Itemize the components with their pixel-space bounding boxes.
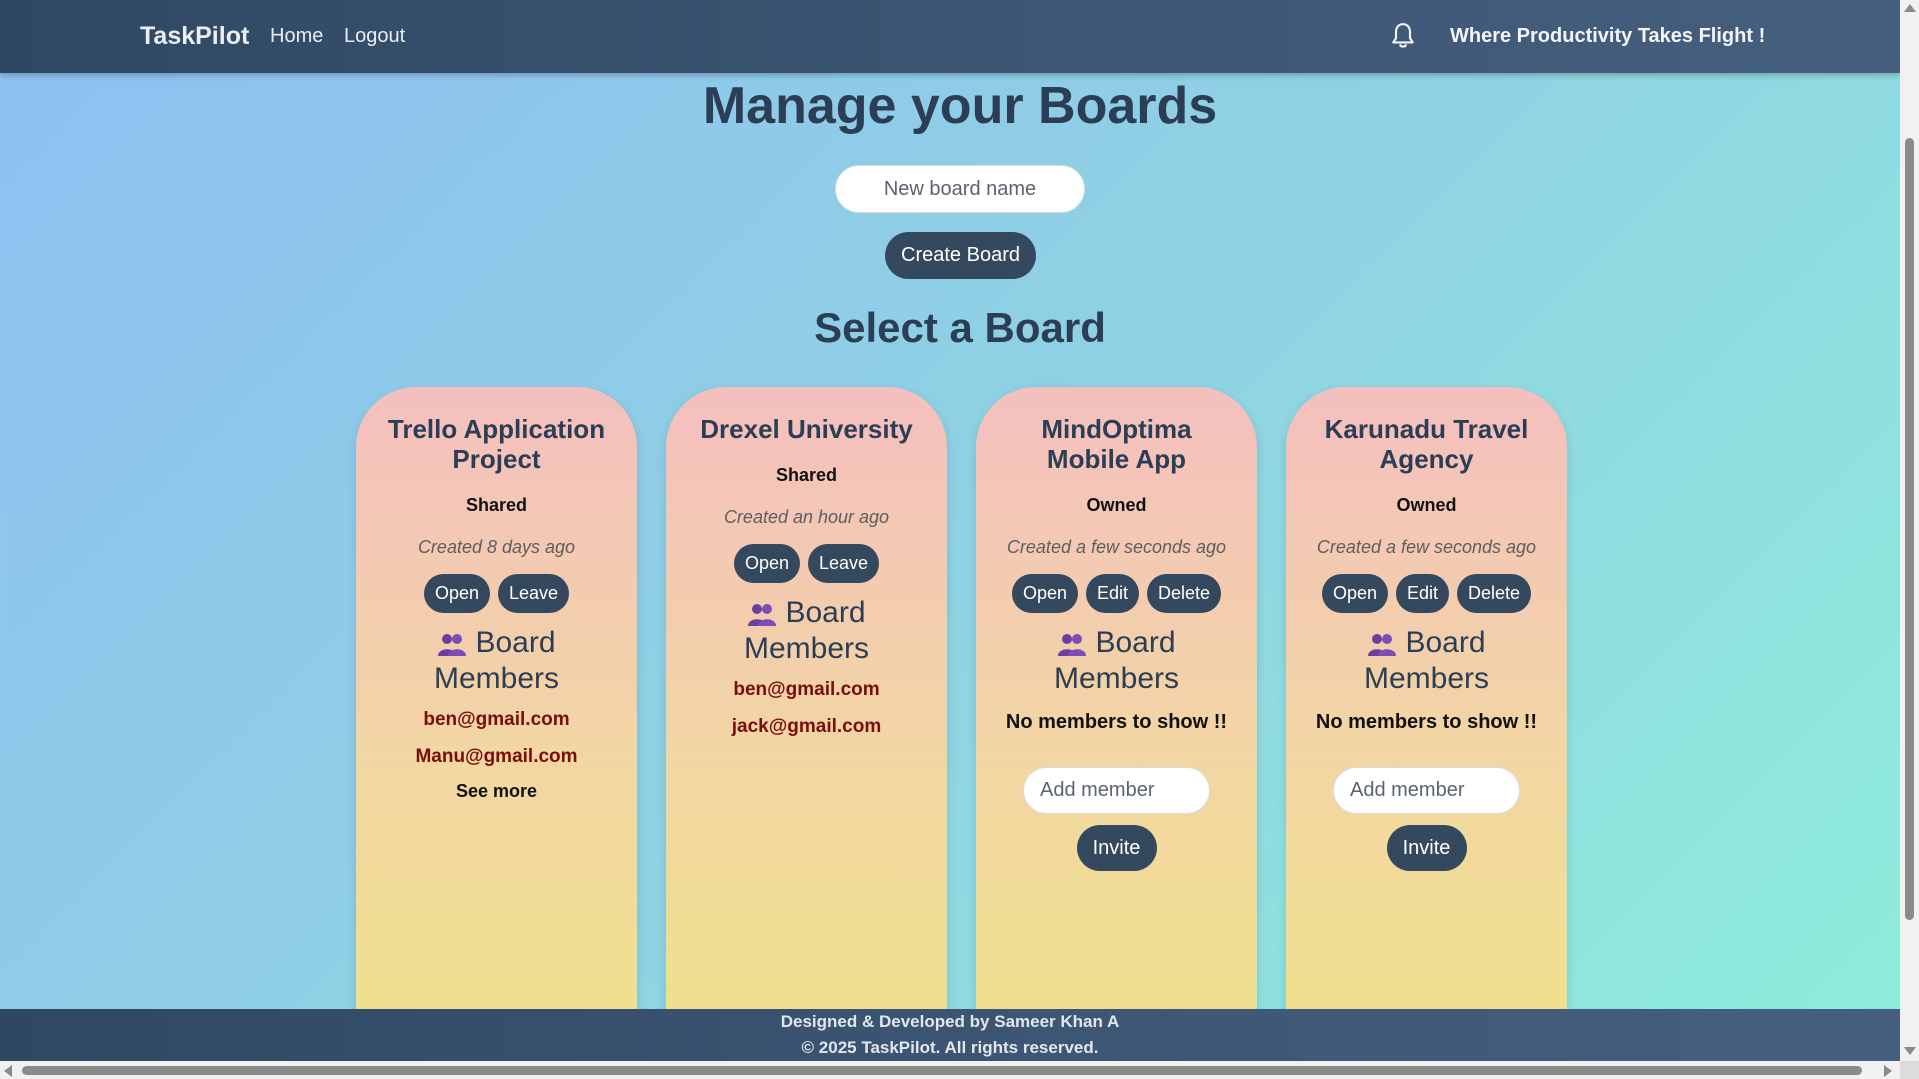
nav-logout-link[interactable]: Logout: [344, 25, 405, 48]
member-email[interactable]: Manu@gmail.com: [380, 742, 613, 771]
member-email[interactable]: jack@gmail.com: [690, 712, 923, 741]
leave-board-button[interactable]: Leave: [498, 574, 570, 613]
board-card: Karunadu Travel Agency Owned Created a f…: [1286, 387, 1567, 1027]
board-status: Shared: [775, 465, 838, 485]
see-more-link[interactable]: See more: [380, 781, 613, 802]
scroll-down-arrow-icon[interactable]: [1904, 1047, 1916, 1055]
scrollbar-corner: [1900, 1061, 1919, 1079]
vertical-scroll-thumb[interactable]: [1905, 138, 1914, 920]
member-email[interactable]: ben@gmail.com: [380, 705, 613, 734]
open-board-button[interactable]: Open: [733, 544, 800, 583]
board-actions: Open Edit Delete: [1000, 574, 1233, 613]
board-actions: Open Leave: [690, 544, 923, 583]
edit-board-button[interactable]: Edit: [1085, 574, 1140, 613]
create-board-button[interactable]: Create Board: [885, 232, 1036, 279]
horizontal-scrollbar[interactable]: [0, 1061, 1900, 1079]
board-status: Owned: [1396, 495, 1457, 515]
no-members-message: No members to show !!: [1005, 711, 1228, 733]
board-created-time: Created 8 days ago: [417, 537, 576, 557]
footer-copyright: © 2025 TaskPilot. All rights reserved.: [801, 1038, 1099, 1057]
top-navbar: TaskPilot Home Logout Where Productivity…: [0, 0, 1900, 73]
member-email[interactable]: ben@gmail.com: [690, 675, 923, 704]
board-created-time: Created a few seconds ago: [1006, 537, 1227, 557]
members-icon: [1058, 634, 1087, 657]
add-member-input[interactable]: [1023, 767, 1210, 814]
delete-board-button[interactable]: Delete: [1147, 574, 1222, 613]
no-members-message: No members to show !!: [1315, 711, 1538, 733]
board-status: Owned: [1086, 495, 1147, 515]
board-title: Drexel University: [700, 414, 913, 444]
board-members-heading: Board Members: [380, 625, 613, 697]
board-created-time: Created an hour ago: [723, 507, 890, 527]
scroll-up-arrow-icon[interactable]: [1904, 4, 1916, 12]
board-members-heading: Board Members: [690, 595, 923, 667]
board-card: Drexel University Shared Created an hour…: [666, 387, 947, 1027]
add-member-input[interactable]: [1333, 767, 1520, 814]
board-card: MindOptima Mobile App Owned Created a fe…: [976, 387, 1257, 1027]
vertical-scrollbar[interactable]: [1900, 0, 1919, 1079]
open-board-button[interactable]: Open: [423, 574, 490, 613]
board-title: Trello Application Project: [387, 414, 606, 474]
members-icon: [438, 634, 467, 657]
board-title: MindOptima Mobile App: [1041, 414, 1192, 474]
edit-board-button[interactable]: Edit: [1395, 574, 1450, 613]
tagline: Where Productivity Takes Flight !: [1450, 25, 1766, 47]
open-board-button[interactable]: Open: [1321, 574, 1388, 613]
nav-home-link[interactable]: Home: [270, 25, 323, 48]
new-board-name-input[interactable]: [835, 165, 1085, 213]
open-board-button[interactable]: Open: [1011, 574, 1078, 613]
board-status: Shared: [465, 495, 528, 515]
footer: Designed & Developed by Sameer Khan A © …: [0, 1009, 1900, 1061]
bell-icon[interactable]: [1390, 22, 1416, 50]
board-card: Trello Application Project Shared Create…: [356, 387, 637, 1027]
footer-credit: Designed & Developed by Sameer Khan A: [780, 1012, 1120, 1031]
board-created-time: Created a few seconds ago: [1316, 537, 1537, 557]
board-members-heading: Board Members: [1310, 625, 1543, 697]
delete-board-button[interactable]: Delete: [1457, 574, 1532, 613]
board-actions: Open Leave: [380, 574, 613, 613]
board-actions: Open Edit Delete: [1310, 574, 1543, 613]
horizontal-scroll-thumb[interactable]: [22, 1066, 1862, 1075]
brand-logo[interactable]: TaskPilot: [140, 22, 249, 51]
scroll-right-arrow-icon[interactable]: [1884, 1065, 1892, 1077]
board-title: Karunadu Travel Agency: [1324, 414, 1529, 474]
leave-board-button[interactable]: Leave: [808, 544, 880, 583]
members-icon: [1368, 634, 1397, 657]
invite-button[interactable]: Invite: [1076, 825, 1157, 871]
board-members-heading: Board Members: [1000, 625, 1233, 697]
invite-button[interactable]: Invite: [1386, 825, 1467, 871]
scroll-left-arrow-icon[interactable]: [4, 1065, 12, 1077]
page-title: Manage your Boards: [702, 77, 1218, 135]
members-icon: [748, 604, 777, 627]
select-board-heading: Select a Board: [814, 304, 1106, 351]
